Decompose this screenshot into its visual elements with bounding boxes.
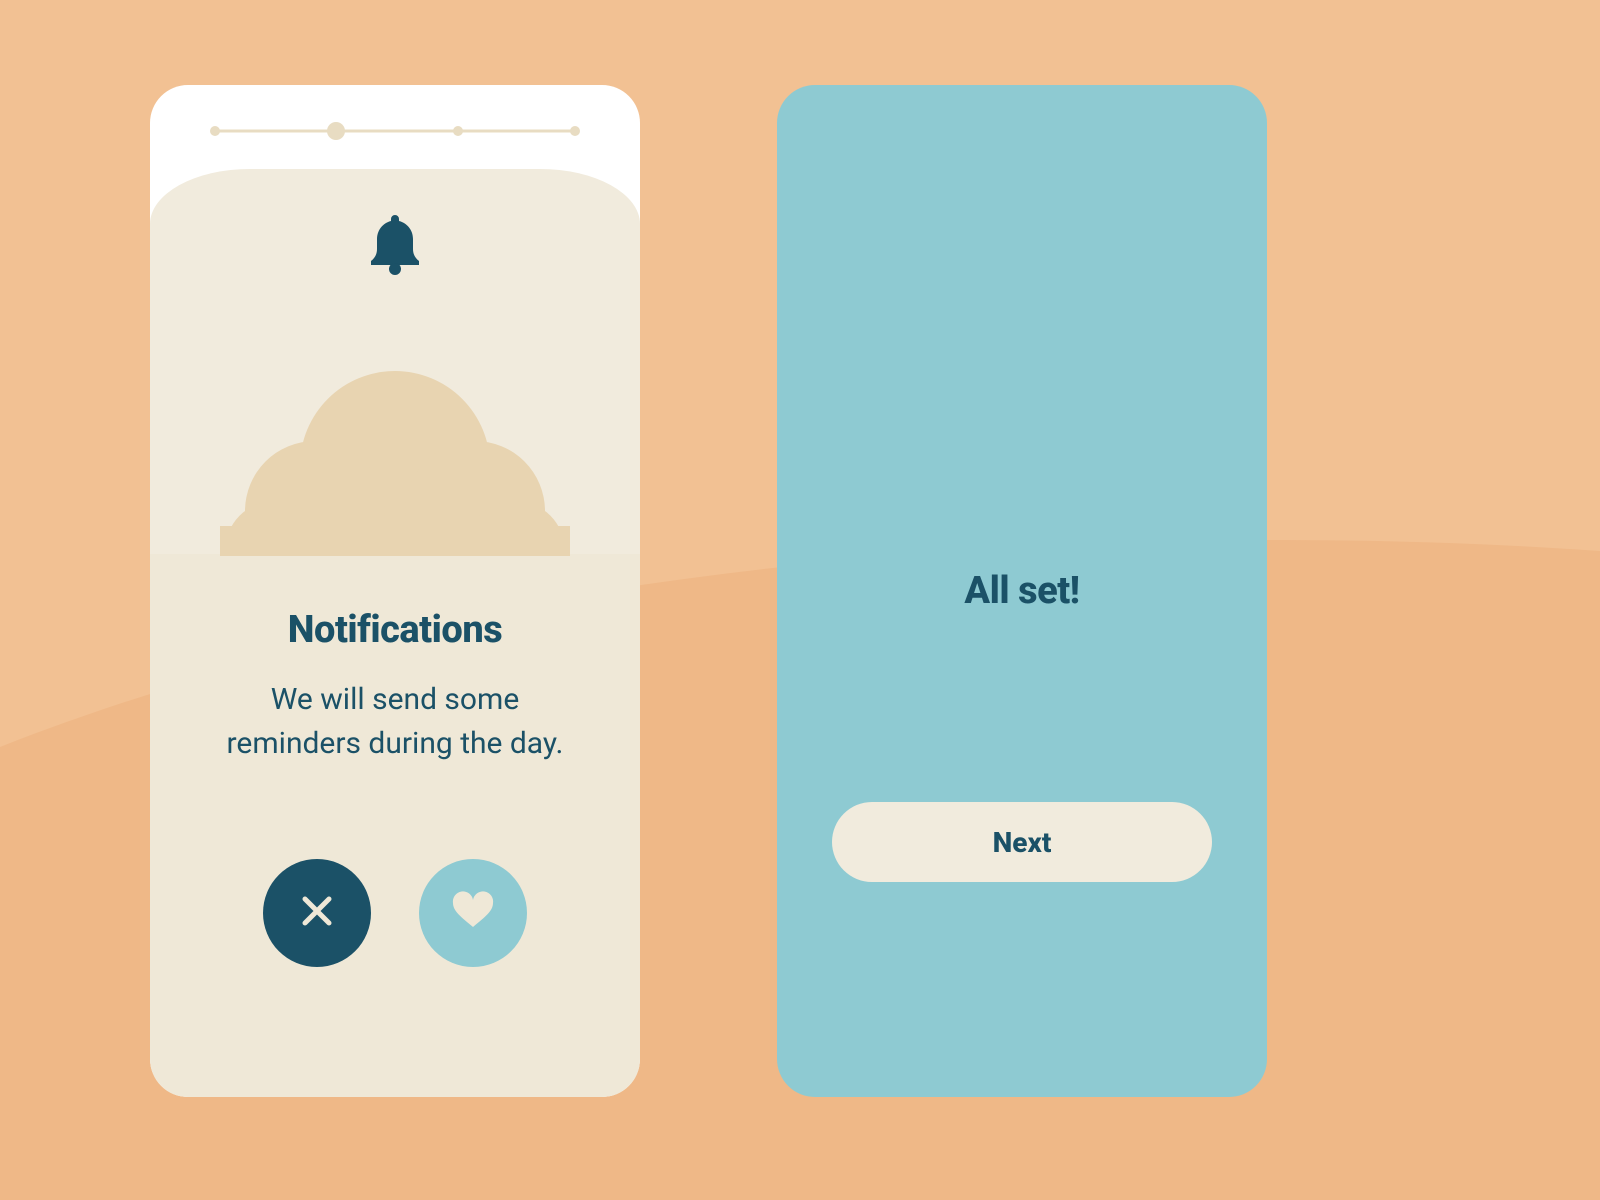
step-dot-3[interactable] [453,126,463,136]
accept-button[interactable] [419,859,527,967]
next-button[interactable]: Next [832,802,1212,882]
content-body: Notifications We will send some reminder… [150,554,640,1097]
step-dot-1[interactable] [210,126,220,136]
heart-icon [451,891,495,935]
step-dot-4[interactable] [570,126,580,136]
action-buttons [150,859,640,967]
cloud-graphic [220,336,570,556]
step-dot-2[interactable] [327,122,345,140]
screen-title: Notifications [150,608,640,652]
hero-illustration [150,169,640,554]
complete-title: All set! [964,569,1079,613]
screen-subtitle: We will send some reminders during the d… [150,678,640,765]
bell-icon [367,211,423,279]
progress-stepper [210,121,580,141]
next-button-label: Next [993,826,1052,859]
decline-button[interactable] [263,859,371,967]
onboarding-notifications-screen: Notifications We will send some reminder… [150,85,640,1097]
onboarding-complete-screen: All set! Next [777,85,1267,1097]
close-icon [297,891,337,935]
